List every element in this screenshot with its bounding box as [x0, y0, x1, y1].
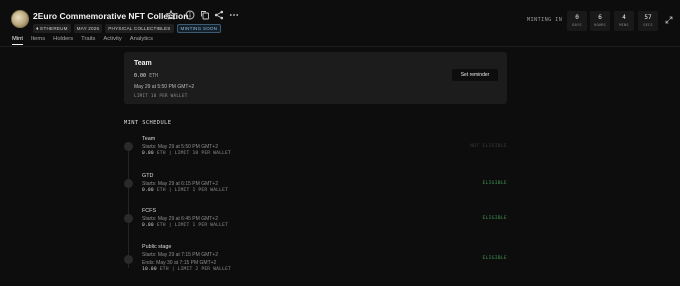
tab-items[interactable]: Items [31, 36, 45, 45]
stage-name: Public stage [142, 244, 172, 250]
star-icon[interactable] [166, 10, 176, 20]
eligibility-status: ELIGIBLE [482, 256, 507, 261]
mint-schedule-title: MINT SCHEDULE [124, 120, 172, 126]
stage-starts: Starts: May 29 at 7:15 PM GMT+2 [142, 252, 219, 258]
meta-separator: | [168, 151, 172, 156]
chain-chip: ♦ ETHEREUM [33, 24, 71, 33]
stage-price-value: 0.00 [142, 188, 154, 193]
eligibility-status: ELIGIBLE [482, 216, 507, 221]
date-chip: MAY 2026 [73, 24, 103, 33]
countdown-hours-unit: HOURS [594, 23, 606, 27]
stage-starts: Starts: May 29 at 5:50 PM GMT+2 [142, 144, 219, 150]
chain-chip-label: ETHEREUM [40, 26, 68, 31]
collection-tabs: Mint Items Holders Traits Activity Analy… [12, 36, 161, 45]
stage-limit: LIMIT 10 PER WALLET [134, 93, 188, 98]
stage-limit: LIMIT 2 PER WALLET [177, 267, 232, 272]
meta-separator: | [171, 267, 175, 272]
stage-starts: Starts: May 29 at 6:45 PM GMT+2 [142, 216, 219, 222]
stage-meta: 0.00 ETH | LIMIT 1 PER WALLET [142, 188, 228, 193]
set-reminder-button[interactable]: Set reminder [452, 69, 498, 81]
schedule-stage-team: Team Starts: May 29 at 5:50 PM GMT+2 0.0… [124, 136, 507, 160]
stage-name: FCFS [142, 208, 157, 214]
copy-icon[interactable] [200, 10, 210, 20]
expand-icon[interactable] [665, 16, 673, 24]
stage-limit: LIMIT 1 PER WALLET [174, 188, 229, 193]
countdown-secs: 57 SECS [638, 11, 658, 31]
stage-name: Team [142, 136, 156, 142]
stage-dot [124, 179, 133, 188]
meta-separator: | [168, 188, 172, 193]
schedule-stage-public: Public stage Starts: May 29 at 7:15 PM G… [124, 244, 507, 276]
stage-price-value: 0.00 [142, 151, 154, 156]
stage-price-currency: ETH [156, 223, 166, 228]
stage-price-value: 10.00 [142, 267, 157, 272]
stage-date: May 29 at 5:50 PM GMT+2 [134, 84, 195, 90]
countdown-days: 0 DAYS [567, 11, 587, 31]
stage-meta: 10.00 ETH | LIMIT 2 PER WALLET [142, 267, 231, 272]
info-icon[interactable] [185, 10, 195, 20]
stage-price: 0.00 ETH [134, 73, 158, 79]
category-chip: PHYSICAL COLLECTIBLES [105, 24, 174, 33]
countdown-mins-value: 4 [622, 14, 626, 21]
stage-ends: Ends: May 30 at 7:15 PM GMT+2 [142, 260, 217, 266]
stage-dot [124, 214, 133, 223]
collection-avatar [11, 10, 29, 28]
tab-analytics[interactable]: Analytics [130, 36, 153, 45]
stage-meta: 0.00 ETH | LIMIT 1 PER WALLET [142, 223, 228, 228]
eligibility-status: ELIGIBLE [482, 181, 507, 186]
tab-mint[interactable]: Mint [12, 36, 23, 45]
countdown-secs-value: 57 [644, 14, 652, 21]
countdown-days-unit: DAYS [572, 23, 582, 27]
schedule-stage-gtd: GTD Starts: May 29 at 6:15 PM GMT+2 0.00… [124, 173, 507, 197]
countdown-hours-value: 6 [598, 14, 602, 21]
tabs-divider [0, 46, 680, 47]
more-icon[interactable] [229, 10, 239, 20]
share-icon[interactable] [214, 10, 224, 20]
stage-title: Team [134, 60, 152, 67]
countdown-mins: 4 MINS [614, 11, 634, 31]
stage-meta: 0.00 ETH | LIMIT 10 PER WALLET [142, 151, 231, 156]
countdown-label: MINTING IN [527, 17, 563, 23]
stage-limit: LIMIT 10 PER WALLET [174, 151, 232, 156]
stage-starts: Starts: May 29 at 6:15 PM GMT+2 [142, 181, 219, 187]
stage-name: GTD [142, 173, 154, 179]
stage-price-currency: ETH [156, 151, 166, 156]
tab-activity[interactable]: Activity [103, 36, 121, 45]
stage-price-value: 0.00 [142, 223, 154, 228]
stage-price-currency: ETH [159, 267, 169, 272]
tab-traits[interactable]: Traits [81, 36, 95, 45]
schedule-stage-fcfs: FCFS Starts: May 29 at 6:45 PM GMT+2 0.0… [124, 208, 507, 232]
countdown-mins-unit: MINS [619, 23, 629, 27]
countdown-secs-unit: SECS [643, 23, 653, 27]
countdown-hours: 6 HOURS [590, 11, 610, 31]
countdown-days-value: 0 [575, 14, 579, 21]
stage-dot [124, 255, 133, 264]
meta-separator: | [168, 223, 172, 228]
tab-holders[interactable]: Holders [53, 36, 73, 45]
stage-price-currency: ETH [149, 73, 159, 79]
stage-price-currency: ETH [156, 188, 166, 193]
eligibility-status: NOT ELIGIBLE [470, 144, 507, 149]
stage-price-value: 0.00 [134, 73, 147, 79]
stage-dot [124, 142, 133, 151]
current-stage-card: Team 0.00 ETH May 29 at 5:50 PM GMT+2 LI… [124, 52, 507, 104]
ethereum-icon: ♦ [36, 25, 39, 32]
status-badge: MINTING SOON [176, 24, 222, 33]
collection-chips: ♦ ETHEREUM MAY 2026 PHYSICAL COLLECTIBLE… [33, 24, 222, 33]
stage-limit: LIMIT 1 PER WALLET [174, 223, 229, 228]
collection-header: 2Euro Commemorative NFT Collection ♦ ETH… [0, 0, 680, 35]
